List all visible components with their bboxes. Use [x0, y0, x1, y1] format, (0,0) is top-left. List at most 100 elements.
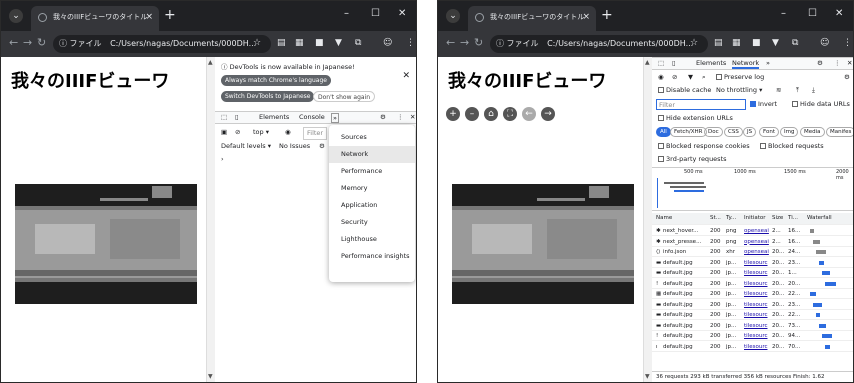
cell-initiator[interactable]: tilesourc	[744, 342, 767, 352]
export-icon[interactable]: ⤓	[812, 85, 815, 96]
cell-initiator[interactable]: openseai	[744, 247, 769, 257]
network-filter-input[interactable]: Filter	[656, 99, 746, 110]
close-banner-icon[interactable]: ✕	[402, 71, 410, 81]
hide-extension-urls-checkbox[interactable]: Hide extension URLs	[658, 113, 733, 124]
hide-data-urls-checkbox[interactable]: Hide data URLs	[792, 99, 850, 110]
chip-all[interactable]: All	[656, 127, 671, 137]
table-row[interactable]: ▦ default.jpg 200 jp... tilesourc 20... 22...	[652, 289, 853, 299]
console-settings-icon[interactable]: ⚙	[319, 141, 325, 152]
chip-js[interactable]: JS	[743, 127, 757, 137]
settings-gear-icon[interactable]: ⚙	[380, 113, 386, 121]
extension-icon-1[interactable]: ▦	[295, 38, 304, 48]
previous-icon[interactable]: ←	[522, 107, 536, 121]
search-icon[interactable]: ⌕	[702, 72, 706, 83]
address-bar[interactable]: ⓘ ファイル C:/Users/nagas/Documents/000DH...	[490, 35, 708, 53]
inspect-icon[interactable]: ⬚	[221, 113, 227, 121]
col-type[interactable]: Ty...	[726, 213, 736, 223]
browser-tab[interactable]: 我々のIIIFビューワのタイトル ×	[468, 6, 596, 31]
menu-item-network[interactable]: Network	[329, 146, 415, 163]
home-icon[interactable]: ⌂	[484, 107, 498, 121]
chip-media[interactable]: Media	[800, 127, 825, 137]
col-status[interactable]: St...	[710, 213, 721, 223]
blocked-requests-checkbox[interactable]: Blocked requests	[760, 141, 824, 152]
scroll-down-icon[interactable]: ▼	[208, 373, 213, 380]
forward-icon[interactable]: →	[460, 36, 469, 49]
chip-font[interactable]: Font	[759, 127, 779, 137]
menu-item-performance[interactable]: Performance	[329, 163, 415, 180]
col-initiator[interactable]: Initiator	[744, 213, 765, 223]
close-window-icon[interactable]: ✕	[835, 8, 843, 19]
always-match-button[interactable]: Always match Chrome's language	[221, 75, 331, 86]
chip-fetch-xhr[interactable]: Fetch/XHR	[670, 127, 707, 137]
extension-icon-2[interactable]: ■	[752, 38, 761, 48]
chip-img[interactable]: Img	[780, 127, 799, 137]
menu-item-performance-insights[interactable]: Performance insights	[329, 248, 415, 265]
clear-icon[interactable]: ⊘	[672, 72, 677, 83]
star-icon[interactable]: ☆	[253, 38, 261, 48]
scroll-up-icon[interactable]: ▲	[645, 59, 650, 66]
extension-icon-3[interactable]: ▼	[772, 38, 779, 48]
cell-initiator[interactable]: tilesourc	[744, 321, 767, 331]
scroll-up-icon[interactable]: ▲	[208, 59, 213, 66]
tab-console[interactable]: Console	[299, 113, 325, 121]
forward-icon[interactable]: →	[23, 36, 32, 49]
cell-initiator[interactable]: tilesourc	[744, 279, 767, 289]
table-row[interactable]: ı default.jpg 200 jp... tilesourc 20... 70...	[652, 342, 853, 352]
col-name[interactable]: Name	[656, 213, 672, 223]
close-tab-icon[interactable]: ×	[582, 6, 590, 28]
table-row[interactable]: ! default.jpg 200 jp... tilesourc 20... 20...	[652, 279, 853, 289]
col-waterfall[interactable]: Waterfall	[807, 213, 832, 223]
close-devtools-icon[interactable]: ✕	[410, 113, 415, 121]
table-row[interactable]: ✱ next_presse... 200 png openseai 2... 16...	[652, 237, 853, 247]
more-tabs-icon[interactable]: »	[331, 113, 339, 123]
extension-icon-3[interactable]: ▼	[335, 38, 342, 48]
back-icon[interactable]: ←	[9, 36, 18, 49]
preserve-log-checkbox[interactable]: Preserve log	[716, 72, 764, 83]
table-row[interactable]: ! default.jpg 200 jp... tilesourc 20... 94...	[652, 331, 853, 341]
network-overview-timeline[interactable]: 500 ms 1000 ms 1500 ms 2000 ms	[652, 167, 853, 211]
menu-item-security[interactable]: Security	[329, 214, 415, 231]
disable-cache-checkbox[interactable]: Disable cache	[658, 85, 711, 96]
table-row[interactable]: ▬ default.jpg 200 jp... tilesourc 20... 23...	[652, 300, 853, 310]
new-tab-icon[interactable]: +	[601, 7, 613, 23]
filter-icon[interactable]: ▼	[688, 72, 693, 83]
wifi-icon[interactable]: ≋	[776, 85, 781, 96]
cell-initiator[interactable]: tilesourc	[744, 289, 767, 299]
table-row[interactable]: ▬ default.jpg 200 jp... tilesourc 20... 73...	[652, 321, 853, 331]
col-time[interactable]: Ti...	[788, 213, 798, 223]
tab-search-icon[interactable]: ⌄	[9, 9, 23, 23]
cell-initiator[interactable]: tilesourc	[744, 300, 767, 310]
extension-icon-2[interactable]: ■	[315, 38, 324, 48]
minimize-icon[interactable]: –	[344, 8, 349, 19]
iiif-viewer[interactable]	[452, 184, 634, 304]
menu-item-lighthouse[interactable]: Lighthouse	[329, 231, 415, 248]
invert-checkbox[interactable]: Invert	[750, 99, 777, 110]
page-scrollbar[interactable]: ▲ ▼	[643, 57, 652, 382]
console-filter-input[interactable]: Filter	[303, 127, 328, 140]
browser-tab[interactable]: 我々のIIIFビューワのタイトル ×	[31, 6, 159, 31]
menu-item-application[interactable]: Application	[329, 197, 415, 214]
tab-search-icon[interactable]: ⌄	[446, 9, 460, 23]
next-icon[interactable]: →	[541, 107, 555, 121]
extensions-icon[interactable]: ⧉	[355, 38, 361, 48]
tab-network[interactable]: Network	[732, 59, 760, 69]
maximize-icon[interactable]: ☐	[808, 8, 817, 19]
profile-icon[interactable]: ☺	[820, 38, 829, 48]
star-icon[interactable]: ☆	[690, 38, 698, 48]
cell-initiator[interactable]: tilesourc	[744, 310, 767, 320]
zoom-out-icon[interactable]: –	[465, 107, 479, 121]
table-row[interactable]: ⟨⟩ info.json 200 xhr openseai 20... 24...	[652, 247, 853, 257]
inspect-icon[interactable]: ⬚	[658, 59, 664, 67]
menu-item-sources[interactable]: Sources	[329, 129, 415, 146]
close-devtools-icon[interactable]: ✕	[847, 59, 852, 67]
third-party-checkbox[interactable]: 3rd-party requests	[658, 154, 727, 165]
network-settings-icon[interactable]: ⚙	[844, 72, 850, 83]
extensions-icon[interactable]: ⧉	[792, 38, 798, 48]
chip-doc[interactable]: Doc	[704, 127, 723, 137]
sidebar-toggle-icon[interactable]: ▣	[221, 127, 227, 138]
tab-elements[interactable]: Elements	[696, 59, 726, 67]
close-window-icon[interactable]: ✕	[398, 8, 406, 19]
back-icon[interactable]: ←	[446, 36, 455, 49]
new-tab-icon[interactable]: +	[164, 7, 176, 23]
devtools-menu-icon[interactable]: ⋮	[834, 59, 841, 67]
